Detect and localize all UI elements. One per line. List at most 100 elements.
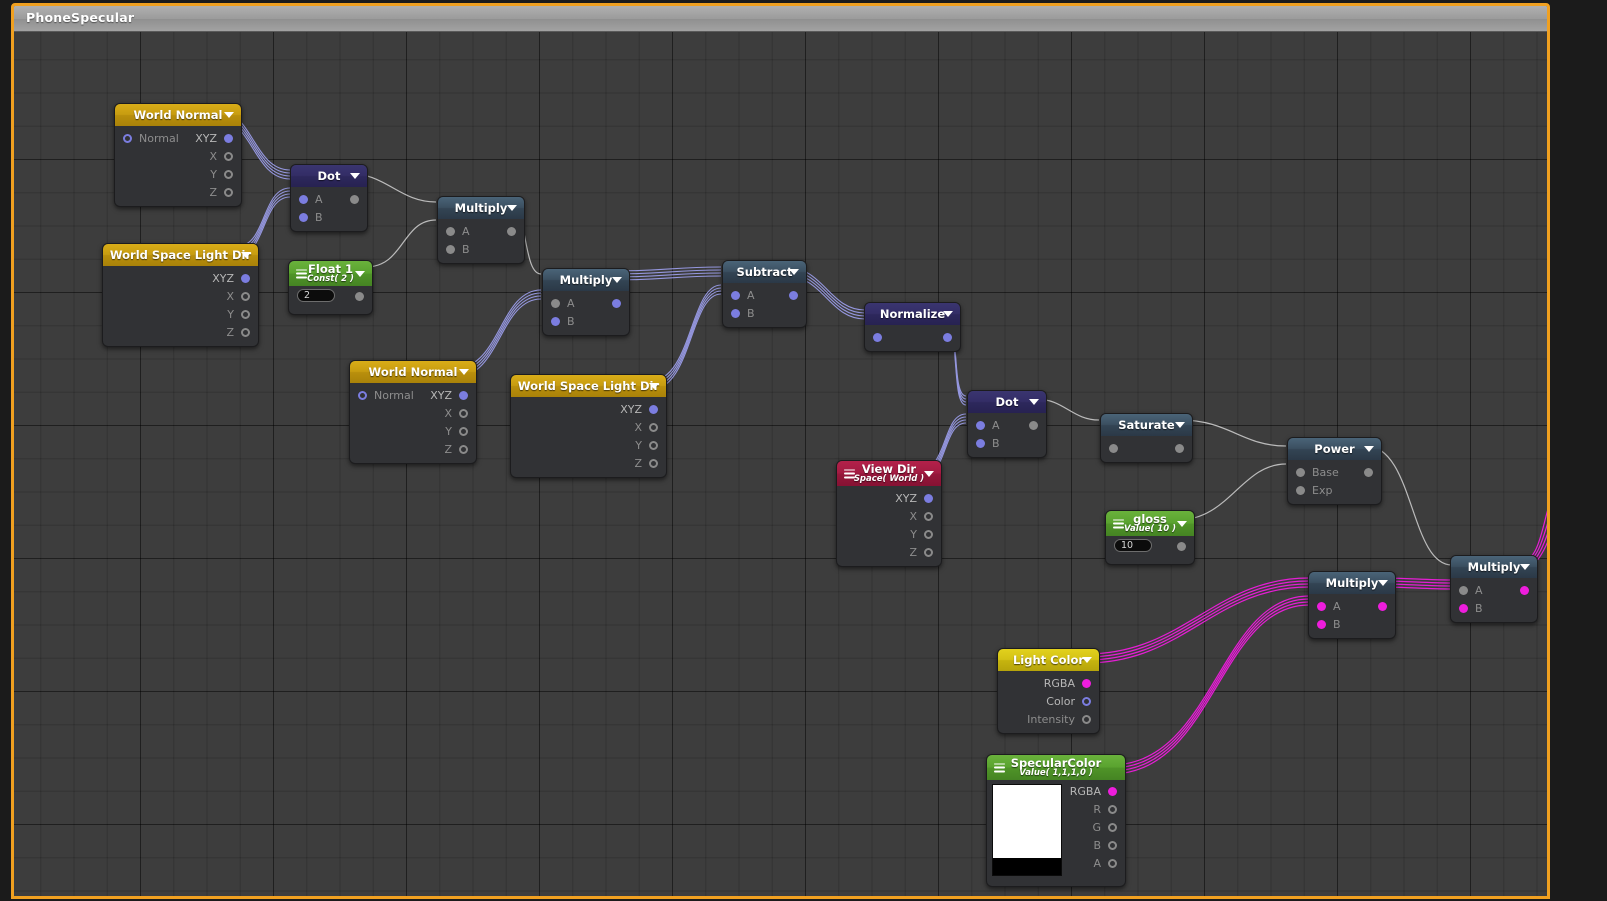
gloss-value-input[interactable]: 10 (1114, 539, 1152, 552)
output-port-b[interactable] (1108, 840, 1117, 850)
node-header[interactable]: SpecularColor Value( 1,1,1,0 ) (987, 755, 1125, 780)
port-row[interactable]: Base (1288, 463, 1381, 481)
output-port-y[interactable] (459, 426, 468, 436)
output-port-z[interactable] (459, 444, 468, 454)
port-row[interactable]: Z (511, 454, 666, 472)
float-value-input[interactable]: 2 (297, 289, 335, 302)
output-port-g[interactable] (1108, 822, 1117, 832)
port-row[interactable]: B (968, 434, 1046, 452)
output-port-rgba[interactable] (1108, 786, 1117, 796)
node-header[interactable]: Multiply (543, 269, 629, 291)
port-row[interactable]: RGBA (1055, 782, 1125, 800)
chevron-down-icon[interactable] (612, 277, 622, 283)
node-light-color-1[interactable]: Light Color RGBA Color Intensity (997, 648, 1100, 734)
node-dot-1[interactable]: Dot A B (290, 164, 368, 232)
port-row[interactable]: B (543, 312, 629, 330)
node-header[interactable]: gloss Value( 10 ) (1106, 511, 1194, 536)
input-port-b[interactable] (299, 212, 308, 222)
node-world-space-light-dir-1[interactable]: World Space Light Dir XYZ X Y Z (102, 243, 259, 347)
output-port-xyz[interactable] (241, 273, 250, 283)
port-row[interactable]: B (1309, 615, 1395, 633)
node-header[interactable]: World Normal (115, 104, 241, 126)
chevron-down-icon[interactable] (924, 470, 934, 477)
input-port-a[interactable] (299, 194, 308, 204)
port-row[interactable]: A (543, 294, 629, 312)
port-row[interactable]: R (1055, 800, 1125, 818)
port-row[interactable]: XYZ (103, 269, 258, 287)
input-port-b[interactable] (446, 244, 455, 254)
port-row[interactable]: G (1055, 818, 1125, 836)
chevron-down-icon[interactable] (350, 173, 360, 179)
port-row[interactable]: Normal XYZ (115, 129, 241, 147)
port-row[interactable] (1170, 537, 1194, 555)
input-port-normal[interactable] (123, 133, 132, 143)
chevron-down-icon[interactable] (355, 270, 365, 277)
node-saturate-1[interactable]: Saturate (1100, 413, 1193, 463)
port-row[interactable]: XYZ (837, 489, 941, 507)
node-header[interactable]: World Normal (350, 361, 476, 383)
output-port-color[interactable] (1082, 696, 1091, 706)
input-port-a[interactable] (551, 298, 560, 308)
input-port-base[interactable] (1296, 467, 1305, 477)
port-row[interactable]: Z (115, 183, 241, 201)
port-row[interactable]: Y (115, 165, 241, 183)
port-row[interactable]: XYZ (511, 400, 666, 418)
port-row[interactable]: B (1451, 599, 1537, 617)
port-row[interactable]: Exp (1288, 481, 1381, 499)
port-row[interactable]: Y (103, 305, 258, 323)
output-port-xyz[interactable] (459, 390, 468, 400)
output-port-result[interactable] (1029, 420, 1038, 430)
output-port-x[interactable] (649, 422, 658, 432)
input-port-a[interactable] (1459, 585, 1468, 595)
chevron-down-icon[interactable] (507, 205, 517, 211)
output-port-x[interactable] (924, 511, 933, 521)
output-port-y[interactable] (224, 169, 233, 179)
node-multiply-3[interactable]: Multiply A B (1308, 571, 1396, 639)
port-row[interactable]: X (511, 418, 666, 436)
output-port-z[interactable] (224, 187, 233, 197)
output-port-x[interactable] (459, 408, 468, 418)
node-world-normal-2[interactable]: World Normal Normal XYZ X Y Z (349, 360, 477, 464)
menu-icon[interactable] (994, 763, 1005, 772)
output-port-y[interactable] (924, 529, 933, 539)
color-swatch-input[interactable] (992, 784, 1062, 876)
port-row[interactable]: Normal XYZ (350, 386, 476, 404)
node-float-1[interactable]: Float 1 Const( 2 ) 2 (288, 260, 373, 315)
port-row[interactable]: A (1451, 581, 1537, 599)
output-port-result[interactable] (1177, 541, 1186, 551)
chevron-down-icon[interactable] (224, 112, 234, 118)
node-multiply-1[interactable]: Multiply A B (437, 196, 525, 264)
port-row[interactable]: B (291, 208, 367, 226)
output-port-result[interactable] (1175, 443, 1184, 453)
output-port-result[interactable] (943, 332, 952, 342)
node-header[interactable]: Subtract (723, 261, 806, 283)
chevron-down-icon[interactable] (789, 269, 799, 275)
port-row[interactable] (348, 287, 372, 305)
output-port-intensity[interactable] (1082, 714, 1091, 724)
port-row[interactable]: B (1055, 836, 1125, 854)
node-header[interactable]: Float 1 Const( 2 ) (289, 261, 372, 286)
node-header[interactable]: Normalize (865, 303, 960, 325)
output-port-result[interactable] (1364, 467, 1373, 477)
port-row[interactable]: A (723, 286, 806, 304)
output-port-z[interactable] (924, 547, 933, 557)
port-row[interactable]: X (837, 507, 941, 525)
port-row[interactable]: Z (837, 543, 941, 561)
output-port-a[interactable] (1108, 858, 1117, 868)
menu-icon[interactable] (1113, 519, 1124, 528)
port-row[interactable]: X (115, 147, 241, 165)
node-subtract-1[interactable]: Subtract A B (722, 260, 807, 328)
chevron-down-icon[interactable] (241, 252, 251, 258)
port-row[interactable]: X (350, 404, 476, 422)
output-port-result[interactable] (1378, 601, 1387, 611)
port-row[interactable]: Y (837, 525, 941, 543)
node-power-1[interactable]: Power Base Exp (1287, 437, 1382, 505)
chevron-down-icon[interactable] (1378, 580, 1388, 586)
node-header[interactable]: Saturate (1101, 414, 1192, 436)
input-port-a[interactable] (446, 226, 455, 236)
output-port-result[interactable] (355, 291, 364, 301)
node-header[interactable]: Multiply (1451, 556, 1537, 578)
output-port-result[interactable] (1520, 585, 1529, 595)
port-row[interactable]: A (1309, 597, 1395, 615)
port-row[interactable] (1101, 439, 1192, 457)
